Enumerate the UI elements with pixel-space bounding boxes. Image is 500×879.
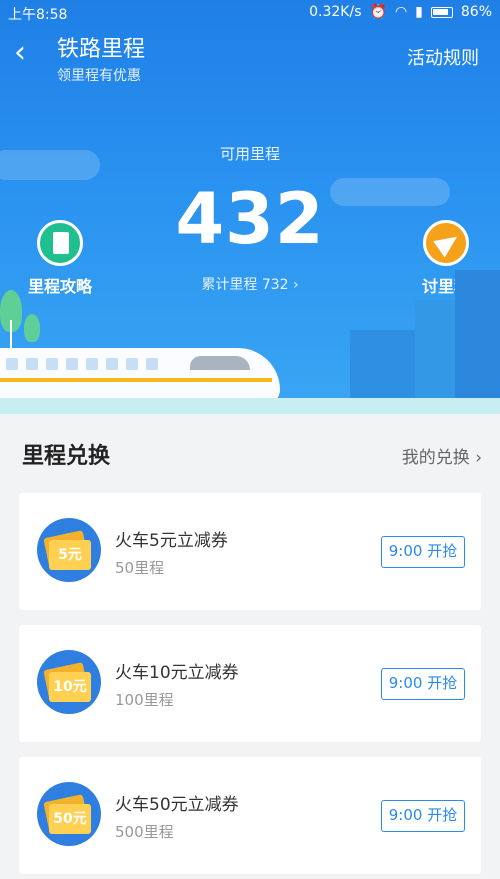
building-illustration bbox=[350, 330, 420, 400]
miles-strategy-label: 里程攻略 bbox=[27, 277, 92, 296]
page-title: 铁路里程 bbox=[57, 37, 146, 62]
status-time: 上午8:58 bbox=[8, 7, 68, 23]
status-right: 0.32K/s ⏰ ◠ ▮ 86% bbox=[309, 4, 492, 20]
battery-level: 86% bbox=[460, 4, 492, 20]
coupon-icon: 5元 bbox=[37, 518, 101, 582]
ground-strip bbox=[0, 398, 500, 414]
network-speed: 0.32K/s bbox=[309, 4, 362, 20]
train-illustration bbox=[0, 348, 280, 404]
total-miles-label: 累计里程 732 bbox=[201, 277, 289, 293]
available-miles-label: 可用里程 bbox=[219, 145, 280, 163]
page-subtitle: 领里程有优惠 bbox=[57, 68, 141, 84]
battery-icon bbox=[430, 6, 453, 18]
grab-button[interactable]: 9:00 开抢 bbox=[381, 536, 465, 568]
coupon-icon: 10元 bbox=[37, 650, 101, 714]
chevron-right-icon: › bbox=[293, 277, 299, 293]
signal-icon: ▮ bbox=[415, 4, 423, 20]
tree-trunk bbox=[10, 320, 12, 350]
coupon-cost: 50里程 bbox=[115, 559, 165, 577]
alarm-icon: ⏰ bbox=[369, 4, 387, 20]
paper-plane-icon bbox=[423, 220, 469, 266]
coupon-name: 火车5元立减券 bbox=[115, 531, 228, 551]
grab-button[interactable]: 9:00 开抢 bbox=[381, 668, 465, 700]
coupon-amount: 5元 bbox=[49, 540, 91, 570]
coupon-card[interactable]: 10元 火车10元立减券 100里程 9:00 开抢 bbox=[19, 625, 481, 742]
chevron-left-icon: ‹ bbox=[14, 35, 26, 70]
coupon-amount: 10元 bbox=[49, 672, 91, 702]
grab-button[interactable]: 9:00 开抢 bbox=[381, 800, 465, 832]
coupon-name: 火车10元立减券 bbox=[115, 663, 239, 683]
coupon-name: 火车50元立减券 bbox=[115, 795, 239, 815]
tree-illustration bbox=[24, 314, 40, 342]
miles-strategy-button[interactable]: 里程攻略 bbox=[26, 220, 94, 297]
coupon-card[interactable]: 5元 火车5元立减券 50里程 9:00 开抢 bbox=[19, 493, 481, 610]
coupon-amount: 50元 bbox=[49, 804, 91, 834]
coupon-icon: 50元 bbox=[37, 782, 101, 846]
activity-rules-link[interactable]: 活动规则 bbox=[407, 44, 479, 70]
hero-banner: 上午8:58 0.32K/s ⏰ ◠ ▮ 86% ‹ 铁路里程 领里程有优惠 活… bbox=[0, 0, 500, 414]
my-exchange-link[interactable]: 我的兑换 › bbox=[402, 443, 482, 468]
coupon-card[interactable]: 50元 火车50元立减券 500里程 9:00 开抢 bbox=[19, 757, 481, 874]
book-icon bbox=[37, 220, 83, 266]
building-illustration bbox=[455, 270, 500, 400]
wifi-icon: ◠ bbox=[394, 4, 408, 20]
exchange-section-title: 里程兑换 bbox=[22, 444, 111, 469]
status-bar: 上午8:58 0.32K/s ⏰ ◠ ▮ 86% bbox=[0, 0, 500, 26]
back-button[interactable]: ‹ bbox=[14, 38, 44, 72]
coupon-cost: 100里程 bbox=[115, 691, 174, 709]
coupon-cost: 500里程 bbox=[115, 823, 174, 841]
